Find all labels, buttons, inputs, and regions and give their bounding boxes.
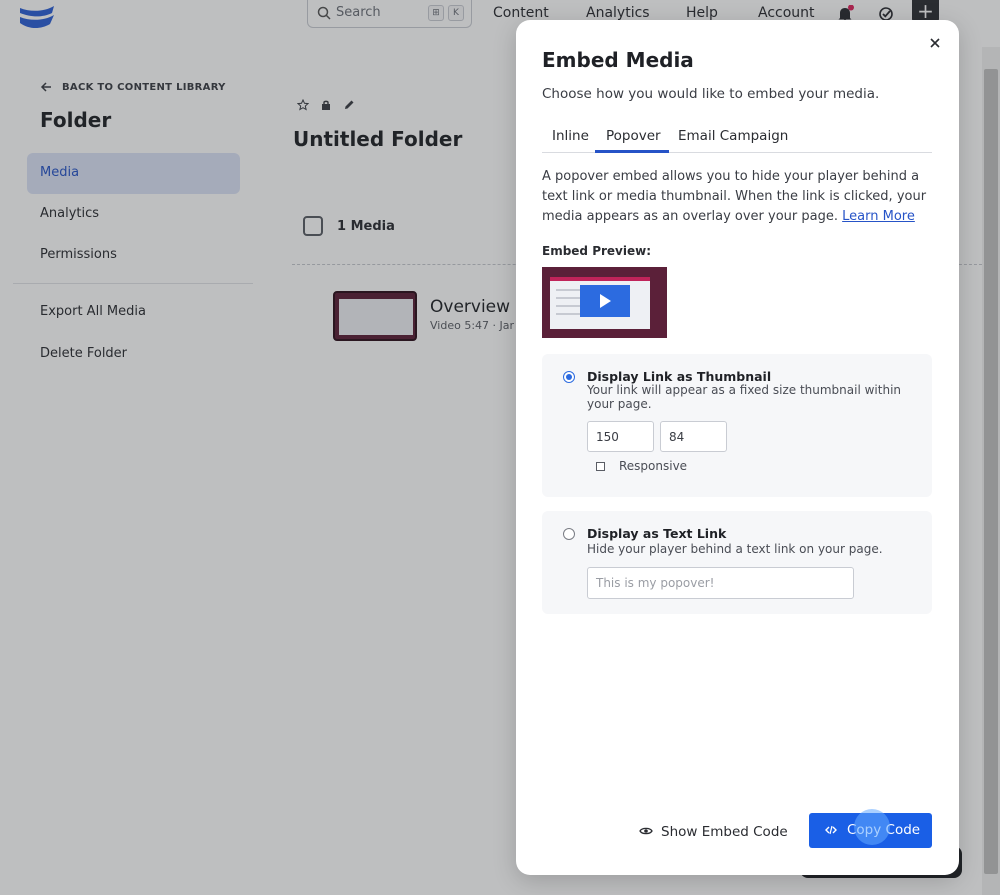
option-thumbnail-card[interactable]: Display Link as Thumbnail Your link will…	[542, 354, 932, 497]
text-link-input[interactable]: This is my popover!	[587, 567, 854, 599]
option-text-link-title: Display as Text Link	[587, 526, 726, 541]
play-icon	[600, 294, 611, 308]
dialog-subtitle: Choose how you would like to embed your …	[542, 86, 879, 102]
code-icon	[825, 824, 837, 836]
option-text-link-help: Hide your player behind a text link on y…	[587, 543, 917, 557]
responsive-label: Responsive	[619, 459, 687, 473]
embed-preview-thumbnail[interactable]	[542, 267, 667, 338]
copy-code-button[interactable]: Copy Code	[809, 813, 932, 848]
learn-more-link[interactable]: Learn More	[842, 209, 915, 224]
responsive-checkbox[interactable]	[596, 462, 605, 471]
close-icon[interactable]	[927, 35, 943, 51]
thumbnail-radio[interactable]	[563, 371, 575, 383]
option-thumbnail-help: Your link will appear as a fixed size th…	[587, 384, 917, 411]
popover-description: A popover embed allows you to hide your …	[542, 167, 937, 227]
embed-type-tabs: Inline Popover Email Campaign	[542, 118, 932, 153]
tab-inline[interactable]: Inline	[552, 128, 589, 144]
tab-email-campaign[interactable]: Email Campaign	[678, 128, 788, 144]
click-indicator	[854, 809, 890, 845]
option-thumbnail-title: Display Link as Thumbnail	[587, 369, 771, 384]
thumbnail-width-input[interactable]: 150	[587, 421, 654, 452]
dialog-title: Embed Media	[542, 48, 694, 72]
active-tab-indicator	[595, 150, 669, 153]
text-link-radio[interactable]	[563, 528, 575, 540]
show-embed-code-button[interactable]: Show Embed Code	[637, 821, 787, 845]
embed-media-dialog: Embed Media Choose how you would like to…	[516, 20, 959, 875]
tab-popover[interactable]: Popover	[606, 128, 661, 144]
eye-icon	[639, 826, 653, 836]
thumbnail-height-input[interactable]: 84	[660, 421, 727, 452]
option-text-link-card[interactable]: Display as Text Link Hide your player be…	[542, 511, 932, 614]
embed-preview-label: Embed Preview:	[542, 244, 651, 258]
show-embed-code-label: Show Embed Code	[661, 824, 788, 840]
